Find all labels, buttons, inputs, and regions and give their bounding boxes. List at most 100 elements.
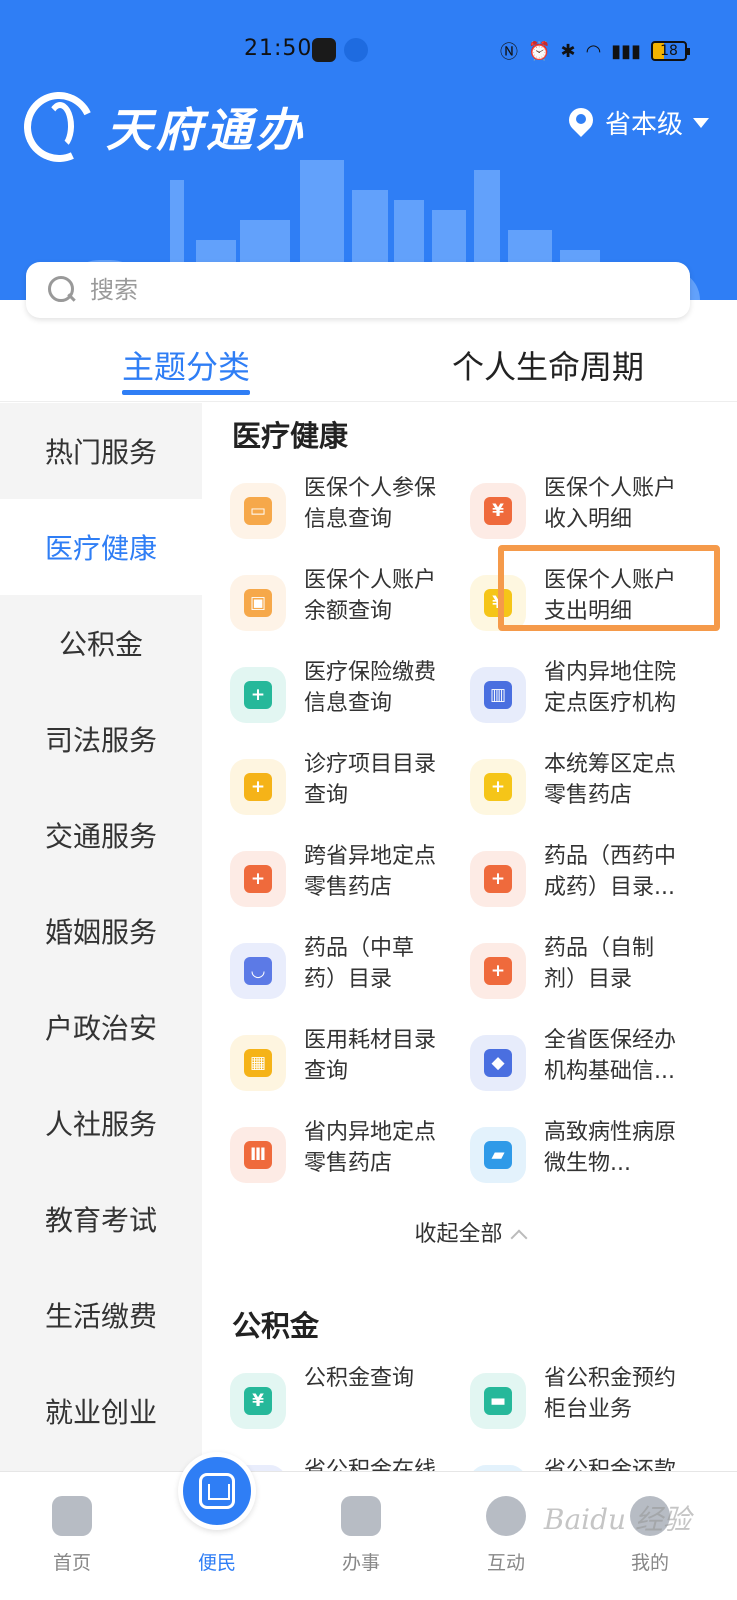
service-item-line1: 全省医保经办	[544, 1028, 677, 1053]
service-item-label: 医保个人参保 信息查询	[304, 473, 454, 535]
service-grid: ▭ 医保个人参保 信息查询 ¥ 医保个人账户 收入明细 ▣ 医保个人账户 余额查询 ¥ 医保个人账户…	[202, 473, 737, 1209]
sidebar-item-social-security[interactable]: 人社服务	[0, 1075, 202, 1171]
nfc-icon: Ⓝ	[500, 42, 519, 63]
service-item-label: 药品（中草药）目录	[304, 933, 454, 995]
service-item-line1: 省内异地住院	[544, 660, 677, 685]
nav-convenience-label: 便民	[197, 1552, 236, 1574]
sidebar-item-traffic[interactable]: 交通服务	[0, 787, 202, 883]
section-title: 医疗健康	[232, 419, 349, 453]
service-item-line1: 省公积金还款	[544, 1458, 677, 1471]
nav-interact[interactable]: 互动	[436, 1472, 576, 1600]
service-item-line1: 药品（中草	[304, 936, 415, 961]
institution-icon: Ⅲ	[230, 1127, 286, 1183]
service-item[interactable]: ¥ 公积金查询	[230, 1363, 470, 1455]
service-item-label: 省内异地住院 定点医疗机构	[544, 657, 694, 719]
service-item-label: 医保个人账户 支出明细	[544, 565, 694, 627]
medical-house-icon: +	[230, 667, 286, 723]
service-item-line1: 药品（西药中	[544, 844, 677, 869]
service-item[interactable]: ◆ 全省医保经办 机构基础信...	[470, 1025, 710, 1117]
service-item[interactable]: + 医疗保险缴费 信息查询	[230, 657, 470, 749]
active-tab-indicator	[122, 390, 250, 395]
sidebar-item-medical-health[interactable]: 医疗健康	[0, 499, 202, 595]
service-icon[interactable]	[178, 1452, 256, 1530]
profile-icon	[630, 1496, 670, 1536]
sidebar-item-education[interactable]: 教育考试	[0, 1171, 202, 1267]
sidebar-item-household-security[interactable]: 户政治安	[0, 979, 202, 1075]
house-yuan-icon: ¥	[470, 575, 526, 631]
service-item[interactable]: ▬省公积金还款	[470, 1455, 710, 1471]
service-item-label: 全省医保经办 机构基础信...	[544, 1025, 694, 1087]
service-item-line1: 医保个人账户	[544, 476, 677, 501]
service-item-label: 省公积金预约 柜台业务	[544, 1363, 694, 1425]
service-item[interactable]: ▬ 省公积金预约 柜台业务	[470, 1363, 710, 1455]
service-grid: ¥ 公积金查询 ▬ 省公积金预约柜台业务 ◎省公积金在线▬省公积金还款	[202, 1363, 737, 1471]
badge-icon: ▣	[230, 575, 286, 631]
service-item-line1: 省公积金预约	[544, 1366, 677, 1391]
service-item-line1: 省内异地定点	[304, 1120, 437, 1145]
service-item-line1: 医保个人参保	[304, 476, 437, 501]
service-item[interactable]: ▣ 医保个人账户 余额查询	[230, 565, 470, 657]
service-item-line2: 零售药店	[304, 875, 393, 900]
service-item-label: 公积金查询	[304, 1363, 454, 1425]
collapse-all-label: 收起全部	[414, 1222, 503, 1247]
medicine-jar-icon: +	[470, 943, 526, 999]
nav-profile[interactable]: 我的	[580, 1472, 720, 1600]
sidebar-item-utilities[interactable]: 生活缴费	[0, 1267, 202, 1363]
status-bar: 21:50 Ⓝ ⏰ ✱ ◠ ▮▮▮ 18	[0, 32, 737, 68]
hospital-building-icon: ▥	[470, 667, 526, 723]
sidebar-item-marriage[interactable]: 婚姻服务	[0, 883, 202, 979]
sidebar-item-housing-fund[interactable]: 公积金	[0, 595, 202, 691]
search-icon	[48, 276, 76, 304]
status-time: 21:50	[244, 36, 313, 61]
dropdown-caret-icon	[693, 117, 709, 128]
service-item-line2: 零售药店	[304, 1151, 393, 1176]
service-item-line2: 查询	[304, 1059, 349, 1084]
section-title: 公积金	[232, 1309, 320, 1343]
service-item[interactable]: ◡ 药品（中草 药）目录	[230, 933, 470, 1025]
nav-affairs[interactable]: 办事	[291, 1472, 431, 1600]
service-item-label: 医用耗材目录 查询	[304, 1025, 454, 1087]
service-item-label: 省公积金还款	[544, 1455, 694, 1471]
location-selector[interactable]: 省本级	[569, 104, 709, 141]
service-item-label: 药品（自制 剂）目录	[544, 933, 694, 995]
tab-topic-category[interactable]: 主题分类	[122, 342, 250, 388]
service-item-line1: 公积金查询	[304, 1366, 415, 1391]
service-item[interactable]: + 诊疗项目目录 查询	[230, 749, 470, 841]
sidebar-item-hot-services[interactable]: 热门服务	[0, 403, 202, 499]
service-item[interactable]: Ⅲ 省内异地定点 零售药店	[230, 1117, 470, 1209]
tab-life-cycle[interactable]: 个人生命周期	[452, 342, 644, 388]
service-item-line1: 医用耗材目录	[304, 1028, 437, 1053]
counter-icon: ▬	[470, 1373, 526, 1429]
service-item[interactable]: + 药品（自制 剂）目录	[470, 933, 710, 1025]
service-item-line1: 医保个人账户	[304, 568, 437, 593]
service-item[interactable]: ▰ 高致病性病原 微生物...	[470, 1117, 710, 1209]
service-item[interactable]: ▥ 省内异地住院 定点医疗机构	[470, 657, 710, 749]
nav-home[interactable]: 首页	[2, 1472, 142, 1600]
status-notification-icons	[312, 38, 368, 62]
service-item[interactable]: ¥ 医保个人账户 支出明细	[470, 565, 710, 657]
service-item[interactable]: ▦ 医用耗材目录 查询	[230, 1025, 470, 1117]
collapse-all-button[interactable]: 收起全部	[202, 1215, 737, 1275]
service-item[interactable]: + 跨省异地定点 零售药店	[230, 841, 470, 933]
sidebar-item-judicial[interactable]: 司法服务	[0, 691, 202, 787]
service-item-label: 省内异地定点 零售药店	[304, 1117, 454, 1179]
service-item[interactable]: ◎省公积金在线	[230, 1455, 470, 1471]
service-item-line2: 机构基础信...	[544, 1059, 675, 1084]
service-item[interactable]: + 本统筹区定点 零售药店	[470, 749, 710, 841]
id-card-icon: ▭	[230, 483, 286, 539]
service-item-line2: 零售药店	[544, 783, 633, 808]
service-item[interactable]: ¥ 医保个人账户 收入明细	[470, 473, 710, 565]
service-item-label: 医疗保险缴费 信息查询	[304, 657, 454, 719]
service-item-label: 医保个人账户 收入明细	[544, 473, 694, 535]
nav-interact-label: 互动	[486, 1552, 525, 1574]
search-input[interactable]	[90, 276, 650, 304]
service-item-line1: 高致病性病原	[544, 1120, 677, 1145]
service-item[interactable]: + 药品（西药中 成药）目录...	[470, 841, 710, 933]
sidebar-item-employment[interactable]: 就业创业	[0, 1363, 202, 1459]
service-item-line2: 药）目录	[304, 967, 393, 992]
bluetooth-icon: ✱	[560, 40, 576, 62]
search-bar[interactable]	[26, 262, 690, 318]
service-item-line1: 医疗保险缴费	[304, 660, 437, 685]
service-item-line1: 医保个人账户	[544, 568, 677, 593]
service-item[interactable]: ▭ 医保个人参保 信息查询	[230, 473, 470, 565]
